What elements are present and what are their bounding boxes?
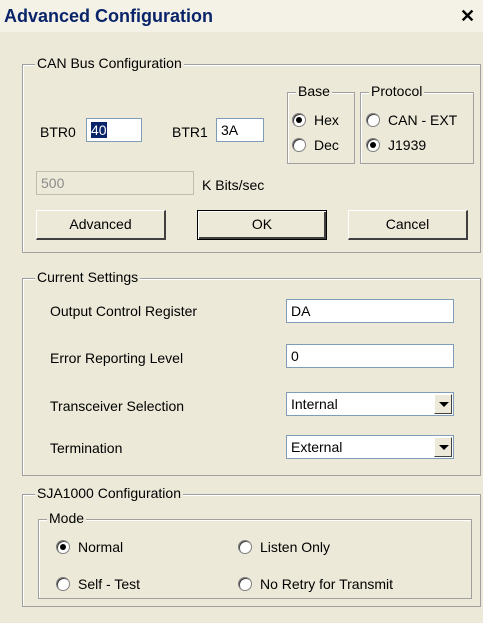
btr0-value: 40 <box>91 122 107 138</box>
radio-icon <box>56 540 70 555</box>
btr0-field[interactable]: 40 <box>86 118 142 142</box>
radio-icon <box>238 577 252 592</box>
mode-self-test-radio[interactable]: Self - Test <box>56 576 140 592</box>
can-bus-configuration-legend: CAN Bus Configuration <box>35 55 184 71</box>
base-hex-label: Hex <box>314 112 339 128</box>
base-hex-radio[interactable]: Hex <box>292 112 339 128</box>
output-control-value: DA <box>291 303 311 319</box>
advanced-button[interactable]: Advanced <box>36 210 166 240</box>
error-reporting-value: 0 <box>291 348 299 364</box>
mode-no-retry-label: No Retry for Transmit <box>260 576 394 592</box>
termination-select[interactable]: External <box>286 435 454 459</box>
current-settings-legend: Current Settings <box>35 269 141 285</box>
protocol-j1939-radio[interactable]: J1939 <box>366 137 426 153</box>
btr1-field[interactable]: 3A <box>216 118 264 142</box>
radio-icon <box>366 113 380 128</box>
protocol-j1939-label: J1939 <box>388 137 427 153</box>
btr1-label: BTR1 <box>172 124 208 140</box>
ok-button[interactable]: OK <box>197 210 327 240</box>
close-icon[interactable]: ✕ <box>460 6 475 27</box>
advanced-configuration-dialog: Advanced Configuration ✕ CAN Bus Configu… <box>0 0 483 623</box>
mode-legend: Mode <box>47 510 87 526</box>
base-dec-radio[interactable]: Dec <box>292 137 339 153</box>
radio-icon <box>366 138 380 153</box>
termination-value: External <box>291 439 343 455</box>
mode-normal-radio[interactable]: Normal <box>56 539 123 555</box>
bitrate-value: 500 <box>41 175 65 191</box>
radio-icon <box>238 540 252 555</box>
radio-icon <box>292 113 306 128</box>
btr0-label: BTR0 <box>40 124 76 140</box>
protocol-can-ext-label: CAN - EXT <box>388 112 458 128</box>
mode-normal-label: Normal <box>78 539 124 555</box>
mode-listen-only-radio[interactable]: Listen Only <box>238 539 330 555</box>
mode-no-retry-radio[interactable]: No Retry for Transmit <box>238 576 393 592</box>
transceiver-select[interactable]: Internal <box>286 392 454 416</box>
error-reporting-field[interactable]: 0 <box>286 344 454 368</box>
mode-self-test-label: Self - Test <box>78 576 140 592</box>
chevron-down-icon[interactable] <box>434 394 452 414</box>
cancel-button[interactable]: Cancel <box>348 210 468 240</box>
btr1-value: 3A <box>221 122 239 138</box>
transceiver-value: Internal <box>291 396 338 412</box>
mode-listen-only-label: Listen Only <box>260 539 331 555</box>
error-reporting-label: Error Reporting Level <box>50 350 184 366</box>
base-legend: Base <box>296 83 332 99</box>
transceiver-label: Transceiver Selection <box>50 398 185 414</box>
title-bar[interactable]: Advanced Configuration ✕ <box>0 0 483 32</box>
protocol-legend: Protocol <box>369 83 425 99</box>
base-dec-label: Dec <box>314 137 339 153</box>
sja1000-configuration-legend: SJA1000 Configuration <box>35 485 183 501</box>
protocol-can-ext-radio[interactable]: CAN - EXT <box>366 112 457 128</box>
chevron-down-icon[interactable] <box>434 437 452 457</box>
output-control-field[interactable]: DA <box>286 299 454 323</box>
output-control-label: Output Control Register <box>50 303 198 319</box>
dialog-title: Advanced Configuration <box>4 6 214 26</box>
radio-icon <box>56 577 70 592</box>
bitrate-field[interactable]: 500 <box>36 171 194 195</box>
bitrate-unit-label: K Bits/sec <box>202 177 265 193</box>
termination-label: Termination <box>50 440 123 456</box>
radio-icon <box>292 138 306 153</box>
